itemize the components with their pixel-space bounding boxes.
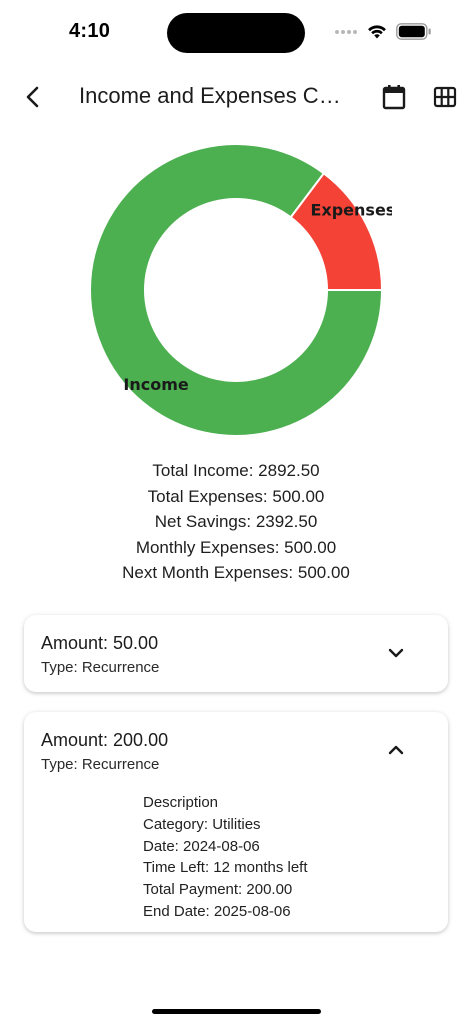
- transaction-amount: Amount: 50.00: [41, 633, 159, 653]
- calendar-button[interactable]: [377, 80, 411, 114]
- signal-icon: [335, 30, 357, 34]
- back-button[interactable]: [16, 80, 50, 114]
- transaction-details: Description Category: Utilities Date: 20…: [143, 792, 308, 923]
- status-bar: 4:10: [0, 0, 472, 64]
- app-bar: Income and Expenses Chart: [0, 70, 472, 126]
- detail-total-payment: Total Payment: 200.00: [143, 881, 293, 899]
- page-title: Income and Expenses Chart: [79, 83, 351, 108]
- income-expenses-donut-chart: Expenses Income: [80, 140, 392, 440]
- next-month-expenses-text: Next Month Expenses: 500.00: [122, 563, 350, 582]
- detail-time-left: Time Left: 12 months left: [143, 859, 308, 877]
- total-income-text: Total Income: 2892.50: [152, 461, 320, 480]
- transaction-type: Type: Recurrence: [41, 756, 160, 773]
- table-grid-icon: [433, 86, 457, 108]
- donut-chart-svg: Expenses Income: [89, 143, 392, 437]
- total-expenses-text: Total Expenses: 500.00: [147, 486, 325, 506]
- status-time: 4:10: [69, 20, 111, 42]
- calendar-icon: [382, 85, 406, 110]
- collapse-button[interactable]: [382, 736, 410, 764]
- summary: Total Income: 2892.50 Total Expenses: 50…: [0, 458, 472, 586]
- detail-end-date: End Date: 2025-08-06: [143, 902, 291, 920]
- transaction-card[interactable]: Amount: 50.00 Type: Recurrence: [24, 615, 448, 692]
- chevron-up-icon: [388, 745, 404, 755]
- chevron-left-icon: [26, 86, 39, 108]
- monthly-expenses-text: Monthly Expenses: 500.00: [135, 537, 337, 557]
- donut-label-income: Income: [123, 375, 188, 394]
- home-indicator[interactable]: [152, 1009, 321, 1014]
- transaction-card[interactable]: Amount: 200.00 Type: Recurrence Descript…: [24, 712, 448, 932]
- chevron-down-icon: [388, 648, 404, 658]
- detail-description: Description: [143, 794, 219, 811]
- expand-button[interactable]: [382, 639, 410, 667]
- battery-icon: [396, 23, 431, 40]
- table-view-button[interactable]: [428, 80, 462, 114]
- transaction-amount: Amount: 200.00: [41, 730, 169, 750]
- detail-date: Date: 2024-08-06: [143, 837, 260, 855]
- donut-label-expenses: Expenses: [310, 201, 392, 220]
- transaction-type: Type: Recurrence: [41, 659, 160, 676]
- detail-category: Category: Utilities: [143, 815, 261, 833]
- dynamic-island: [167, 13, 305, 53]
- wifi-icon: [368, 25, 386, 39]
- net-savings-text: Net Savings: 2392.50: [154, 512, 318, 531]
